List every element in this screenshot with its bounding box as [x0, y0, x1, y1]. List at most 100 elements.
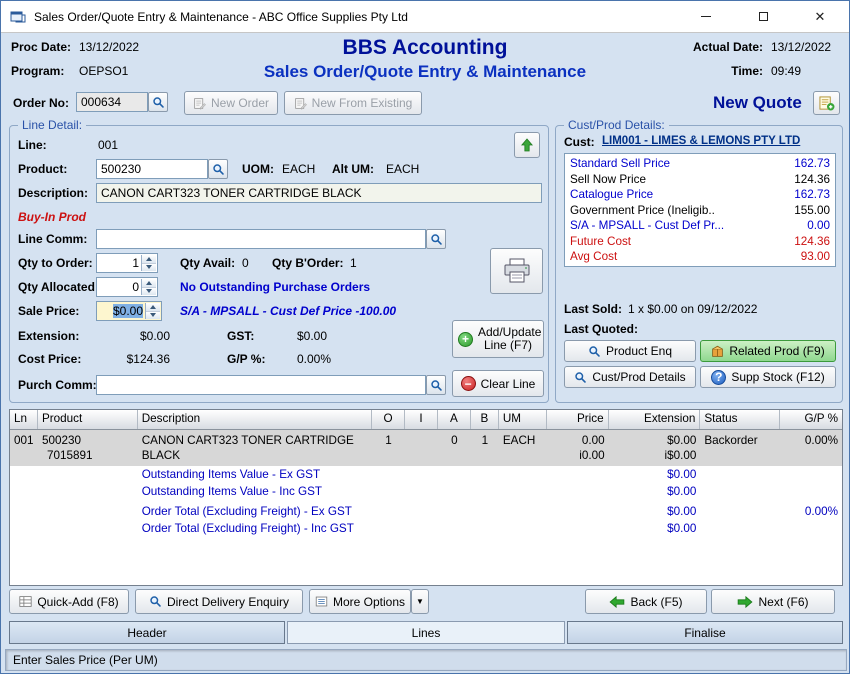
qty-allocated-label: Qty Allocated:: [18, 280, 99, 294]
col-header-description: Description: [138, 410, 372, 429]
new-from-existing-button[interactable]: New From Existing: [284, 91, 422, 115]
related-prod-button[interactable]: Related Prod (F9): [700, 340, 836, 362]
window-title: Sales Order/Quote Entry & Maintenance - …: [34, 10, 408, 24]
maximize-button[interactable]: [740, 1, 786, 32]
qty-border-label: Qty B'Order:: [272, 256, 344, 270]
qty-border-value: 1: [350, 256, 357, 270]
search-icon: [574, 371, 587, 384]
product-enq-button[interactable]: Product Enq: [564, 340, 696, 362]
col-header-price: Price: [547, 410, 609, 429]
qty-allocated-input[interactable]: 0: [96, 277, 158, 297]
status-message: Enter Sales Price (Per UM): [13, 653, 158, 667]
tab-lines[interactable]: Lines: [287, 621, 565, 644]
more-options-dropdown-button[interactable]: ▼: [411, 589, 429, 614]
last-sold-label: Last Sold:: [564, 302, 622, 316]
uom-value: EACH: [282, 162, 315, 176]
spin-down[interactable]: [142, 288, 156, 296]
summary-row: Order Total (Excluding Freight) - Ex GST…: [10, 503, 842, 520]
price-row: Avg Cost93.00: [570, 249, 830, 265]
more-options-button[interactable]: More Options: [309, 589, 411, 614]
new-order-button[interactable]: New Order: [184, 91, 278, 115]
table-row[interactable]: 001 5002307015891 CANON CART323 TONER CA…: [10, 430, 842, 466]
line-comm-lookup-button[interactable]: [426, 229, 446, 249]
direct-delivery-button[interactable]: Direct Delivery Enquiry: [135, 589, 303, 614]
price-row: Future Cost124.36: [570, 234, 830, 250]
col-header-gp: G/P %: [780, 410, 842, 429]
product-lookup-button[interactable]: [208, 159, 228, 179]
gst-label: GST:: [227, 329, 254, 343]
col-header-o: O: [372, 410, 405, 429]
price-row: Catalogue Price162.73: [570, 187, 830, 203]
product-input[interactable]: [96, 159, 208, 179]
new-order-label: New Order: [211, 96, 269, 110]
tab-finalise-label: Finalise: [684, 626, 725, 640]
quick-add-button[interactable]: Quick-Add (F8): [9, 589, 129, 614]
back-button[interactable]: Back (F5): [585, 589, 707, 614]
spin-up[interactable]: [146, 303, 160, 312]
new-order-icon: [193, 97, 206, 110]
col-header-status: Status: [700, 410, 780, 429]
add-update-line-button[interactable]: + Add/Update Line (F7): [452, 320, 544, 358]
extension-value: $0.00: [105, 329, 170, 343]
sale-price-input[interactable]: $0.00: [96, 301, 162, 321]
next-label: Next (F6): [758, 595, 808, 609]
clear-line-button[interactable]: − Clear Line: [452, 370, 544, 397]
cust-label: Cust:: [564, 135, 595, 149]
more-options-icon: [315, 595, 328, 608]
gst-value: $0.00: [297, 329, 327, 343]
buy-in-prod-badge: Buy-In Prod: [18, 210, 86, 224]
product-box-icon: [711, 345, 724, 358]
alt-um-value: EACH: [386, 162, 419, 176]
minimize-button[interactable]: [683, 1, 729, 32]
close-button[interactable]: ✕: [797, 1, 843, 32]
title-bar: Sales Order/Quote Entry & Maintenance - …: [1, 1, 849, 33]
search-icon: [430, 379, 443, 392]
spin-up[interactable]: [142, 279, 156, 288]
gp-label: G/P %:: [227, 352, 265, 366]
next-button[interactable]: Next (F6): [711, 589, 835, 614]
price-row: S/A - MPSALL - Cust Def Pr...0.00: [570, 218, 830, 234]
time-label: Time:: [687, 64, 763, 78]
customer-link[interactable]: LIM001 - LIMES & LEMONS PTY LTD: [602, 135, 800, 147]
sale-price-label: Sale Price:: [18, 304, 79, 318]
purch-comm-input[interactable]: [96, 375, 426, 395]
table-header-row: Ln Product Description O I A B UM Price …: [10, 410, 842, 430]
custprod-title: Cust/Prod Details:: [564, 118, 669, 132]
last-sold-value: 1 x $0.00 on 09/12/2022: [628, 302, 757, 316]
supp-stock-button[interactable]: ? Supp Stock (F12): [700, 366, 836, 388]
line-detail-panel: Line Detail: Line: 001 Product: UOM: EAC…: [9, 125, 549, 403]
previous-line-button[interactable]: [514, 132, 540, 158]
spin-down[interactable]: [146, 312, 160, 320]
tab-finalise[interactable]: Finalise: [567, 621, 843, 644]
related-prod-label: Related Prod (F9): [729, 344, 824, 358]
description-field[interactable]: CANON CART323 TONER CARTRIDGE BLACK: [96, 183, 542, 203]
custprod-details-button[interactable]: Cust/Prod Details: [564, 366, 696, 388]
search-icon: [149, 595, 162, 608]
purch-comm-lookup-button[interactable]: [426, 375, 446, 395]
line-comm-input[interactable]: [96, 229, 426, 249]
alt-um-label: Alt UM:: [332, 162, 374, 176]
custprod-panel: Cust/Prod Details: Cust: LIM001 - LIMES …: [555, 125, 843, 403]
up-arrow-icon: [521, 138, 533, 152]
last-quoted-label: Last Quoted:: [564, 322, 638, 336]
actual-date-label: Actual Date:: [687, 40, 763, 54]
spin-up[interactable]: [142, 255, 156, 264]
question-icon: ?: [711, 370, 726, 385]
print-button[interactable]: [490, 248, 543, 294]
col-header-extension: Extension: [609, 410, 701, 429]
direct-delivery-label: Direct Delivery Enquiry: [167, 595, 289, 609]
add-update-line-label: Add/Update Line (F7): [478, 326, 538, 352]
order-no-input[interactable]: [76, 92, 148, 112]
col-header-i: I: [405, 410, 438, 429]
printer-icon: [501, 257, 533, 285]
new-quote-button[interactable]: [813, 91, 840, 115]
tab-header[interactable]: Header: [9, 621, 285, 644]
order-no-lookup-button[interactable]: [148, 92, 168, 112]
qty-to-order-input[interactable]: 1: [96, 253, 158, 273]
search-icon: [430, 233, 443, 246]
spin-down[interactable]: [142, 264, 156, 272]
qty-avail-label: Qty Avail:: [180, 256, 235, 270]
more-options-label: More Options: [333, 595, 405, 609]
cost-price-value: $124.36: [105, 352, 170, 366]
price-note: S/A - MPSALL - Cust Def Price -100.00: [180, 304, 480, 318]
